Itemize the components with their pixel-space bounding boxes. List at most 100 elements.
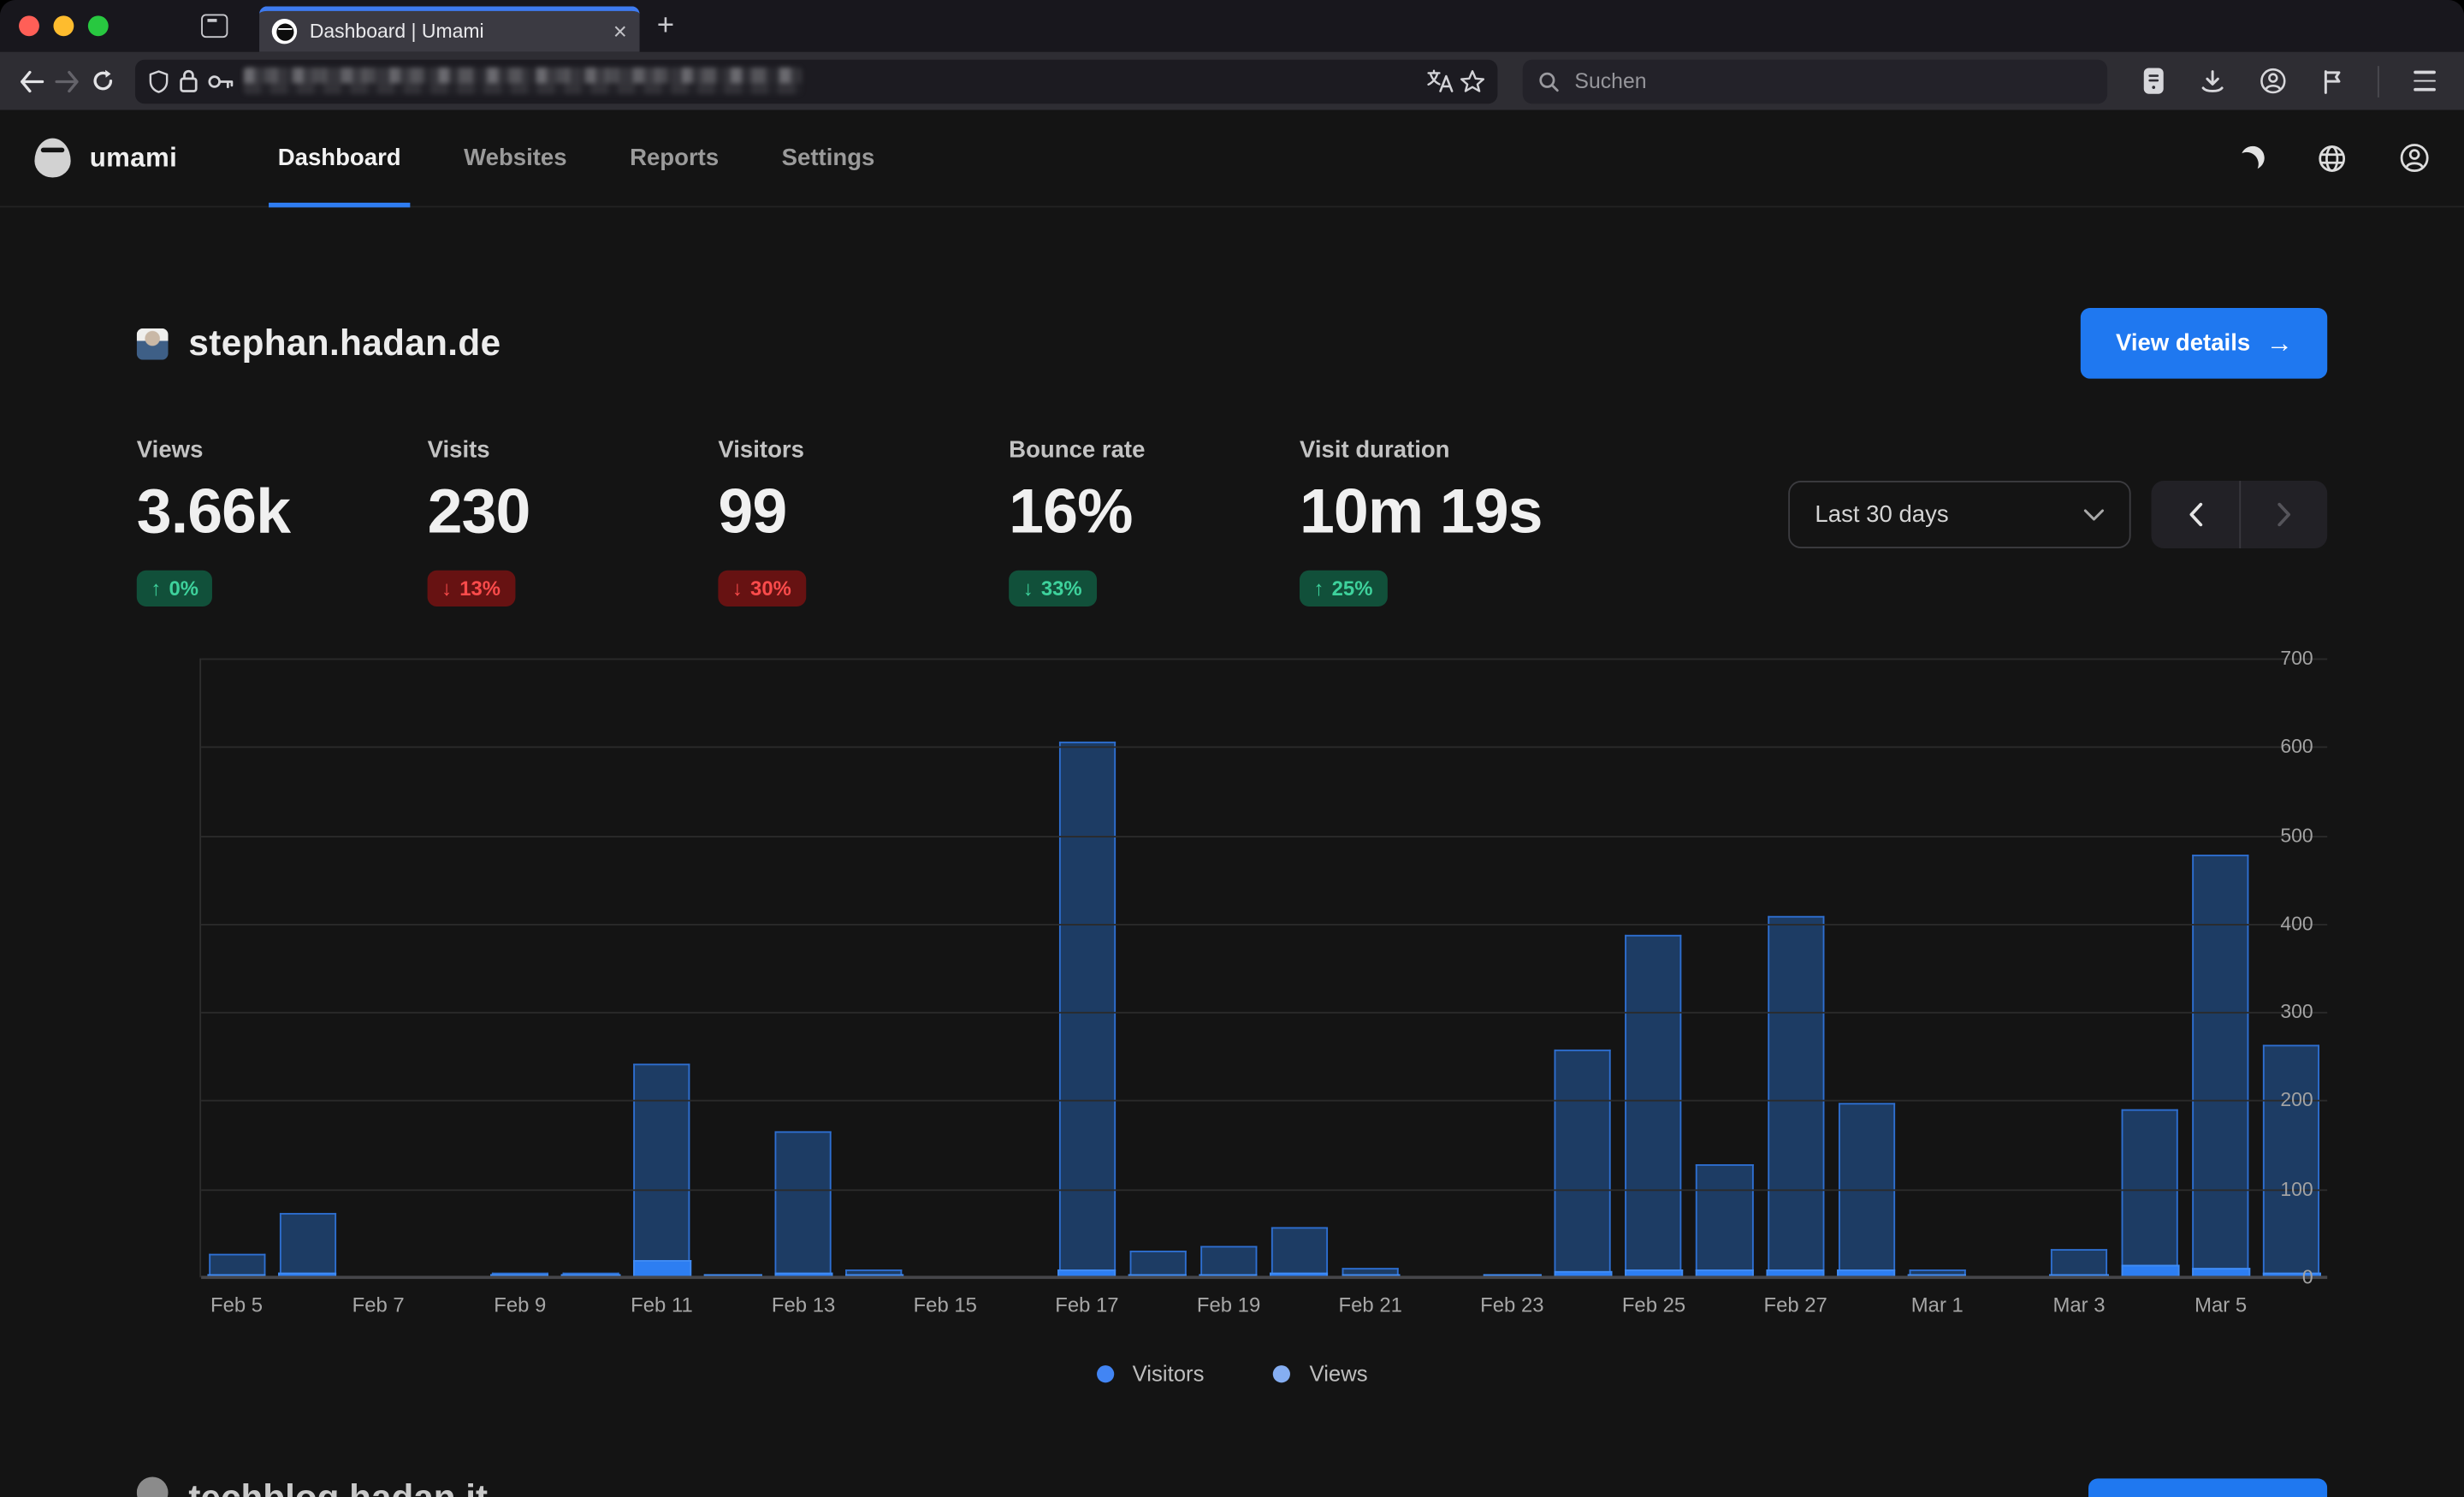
chart-slot-Feb-10 (555, 659, 626, 1278)
umami-logo-icon (34, 139, 70, 178)
legend-item-visitors[interactable]: Visitors (1096, 1361, 1204, 1386)
zoom-window-button[interactable] (88, 15, 109, 36)
chart-slot-Feb-5: Feb 5 (201, 659, 272, 1278)
profile-icon[interactable] (2400, 143, 2430, 173)
views-bar-Feb-20[interactable] (1271, 1227, 1328, 1277)
y-tick-label: 100 (2250, 1179, 2313, 1201)
date-range-select[interactable]: Last 30 days (1788, 481, 2130, 548)
trend-arrow-icon: ↓ (732, 577, 743, 601)
views-bar-Mar-3[interactable] (2051, 1249, 2107, 1277)
website-header: stephan.hadan.de View details → (137, 308, 2327, 379)
main-nav: Dashboard Websites Reports Settings (246, 110, 906, 206)
theme-toggle-moon-icon[interactable] (2239, 144, 2267, 172)
views-bar-Feb-11[interactable] (633, 1063, 690, 1277)
trend-value: 25% (1332, 577, 1373, 601)
views-bar-Mar-4[interactable] (2122, 1109, 2178, 1278)
nav-item-websites[interactable]: Websites (432, 110, 598, 206)
address-bar[interactable] (135, 59, 1497, 103)
trend-arrow-icon: ↓ (441, 577, 452, 601)
search-input[interactable] (1572, 68, 2092, 94)
header-actions (2241, 143, 2429, 173)
view-details-button[interactable]: View details → (2082, 308, 2328, 379)
chart-slot-Feb-28 (1831, 659, 1902, 1278)
y-tick-label: 700 (2250, 648, 2313, 670)
app-header: umami Dashboard Websites Reports Setting… (0, 110, 2464, 208)
devices-sync-button[interactable] (2129, 59, 2177, 103)
reload-button[interactable] (87, 59, 120, 103)
website-favicon (137, 328, 169, 359)
bookmark-star-icon[interactable] (1460, 69, 1484, 93)
next-period-button[interactable] (2239, 481, 2327, 548)
views-bar-Feb-27[interactable] (1768, 916, 1824, 1277)
gridline (201, 1189, 2327, 1191)
next-view-details-button[interactable] (2088, 1478, 2327, 1497)
stat-views: Views 3.66k ↑ 0% (137, 437, 428, 606)
umami-brand[interactable]: umami (34, 139, 177, 178)
chart-slot-Feb-23: Feb 23 (1477, 659, 1548, 1278)
search-bar[interactable] (1523, 59, 2107, 103)
close-window-button[interactable] (19, 15, 39, 36)
stat-value: 99 (718, 477, 1009, 548)
nav-item-dashboard[interactable]: Dashboard (246, 110, 432, 206)
search-icon (1538, 70, 1559, 92)
date-range-value: Last 30 days (1815, 501, 1948, 528)
new-tab-button[interactable]: + (657, 9, 674, 43)
stat-change-badge: ↓ 30% (718, 571, 805, 606)
downloads-button[interactable] (2189, 59, 2236, 103)
chart-slot-Mar-1: Mar 1 (1902, 659, 1973, 1278)
menu-button[interactable] (2402, 59, 2449, 103)
views-bar-Feb-26[interactable] (1697, 1164, 1753, 1277)
legend-dot-icon (1273, 1364, 1290, 1382)
key-icon (207, 72, 234, 91)
nav-item-settings[interactable]: Settings (750, 110, 906, 206)
back-button[interactable] (15, 59, 48, 103)
tab-close-icon[interactable]: × (613, 20, 627, 44)
views-bar-Feb-18[interactable] (1129, 1251, 1186, 1277)
views-bar-Feb-24[interactable] (1555, 1050, 1611, 1277)
minimize-window-button[interactable] (53, 15, 74, 36)
legend-item-views[interactable]: Views (1273, 1361, 1367, 1386)
hamburger-icon (2414, 71, 2436, 91)
stat-change-badge: ↑ 0% (137, 571, 213, 606)
gridline (201, 836, 2327, 837)
chart-plot: Feb 5Feb 7Feb 9Feb 11Feb 13Feb 15Feb 17F… (199, 659, 2327, 1278)
views-bar-Mar-5[interactable] (2192, 855, 2248, 1277)
browser-window: Dashboard | Umami × + (0, 0, 2464, 1497)
views-bar-Mar-6[interactable] (2263, 1044, 2319, 1277)
active-tab[interactable]: Dashboard | Umami × (259, 6, 639, 51)
download-icon (2200, 68, 2224, 93)
y-tick-label: 400 (2250, 913, 2313, 935)
views-bar-Feb-5[interactable] (208, 1254, 264, 1278)
account-button[interactable] (2248, 59, 2295, 103)
translate-icon[interactable] (1427, 69, 1454, 93)
nav-item-reports[interactable]: Reports (598, 110, 750, 206)
stat-label: Views (137, 437, 428, 464)
chart-slot-Feb-8 (414, 659, 485, 1278)
view-details-label: View details (2116, 330, 2250, 357)
views-bar-Feb-25[interactable] (1626, 935, 1682, 1277)
views-bar-Feb-6[interactable] (279, 1213, 335, 1277)
chart-slot-Feb-13: Feb 13 (768, 659, 839, 1278)
visitors-bar-Feb-11[interactable] (632, 1260, 690, 1277)
stat-label: Visitors (718, 437, 1009, 464)
prev-period-button[interactable] (2151, 481, 2239, 548)
trend-value: 0% (169, 577, 198, 601)
legend-label: Visitors (1133, 1361, 1205, 1386)
trend-value: 33% (1041, 577, 1082, 601)
forward-button[interactable] (51, 59, 84, 103)
chart-slot-Feb-11: Feb 11 (626, 659, 697, 1278)
trend-value: 30% (750, 577, 791, 601)
x-tick-label: Feb 21 (1339, 1293, 1402, 1317)
language-globe-icon[interactable] (2318, 144, 2346, 172)
chart-x-axis-line (201, 1275, 2327, 1279)
extension-button[interactable] (2308, 59, 2355, 103)
x-tick-label: Feb 9 (494, 1293, 546, 1317)
trend-arrow-icon: ↑ (1314, 577, 1324, 601)
chart-slot-Feb-14 (839, 659, 910, 1278)
metrics-row: Views 3.66k ↑ 0% Visits 230 ↓ 13% Visito… (137, 437, 2327, 606)
views-bar-Feb-17[interactable] (1058, 742, 1115, 1277)
views-bar-Feb-13[interactable] (775, 1131, 832, 1277)
views-bar-Feb-19[interactable] (1200, 1246, 1257, 1278)
tab-overview-button[interactable] (190, 5, 237, 46)
chart-slot-Feb-21: Feb 21 (1335, 659, 1406, 1278)
